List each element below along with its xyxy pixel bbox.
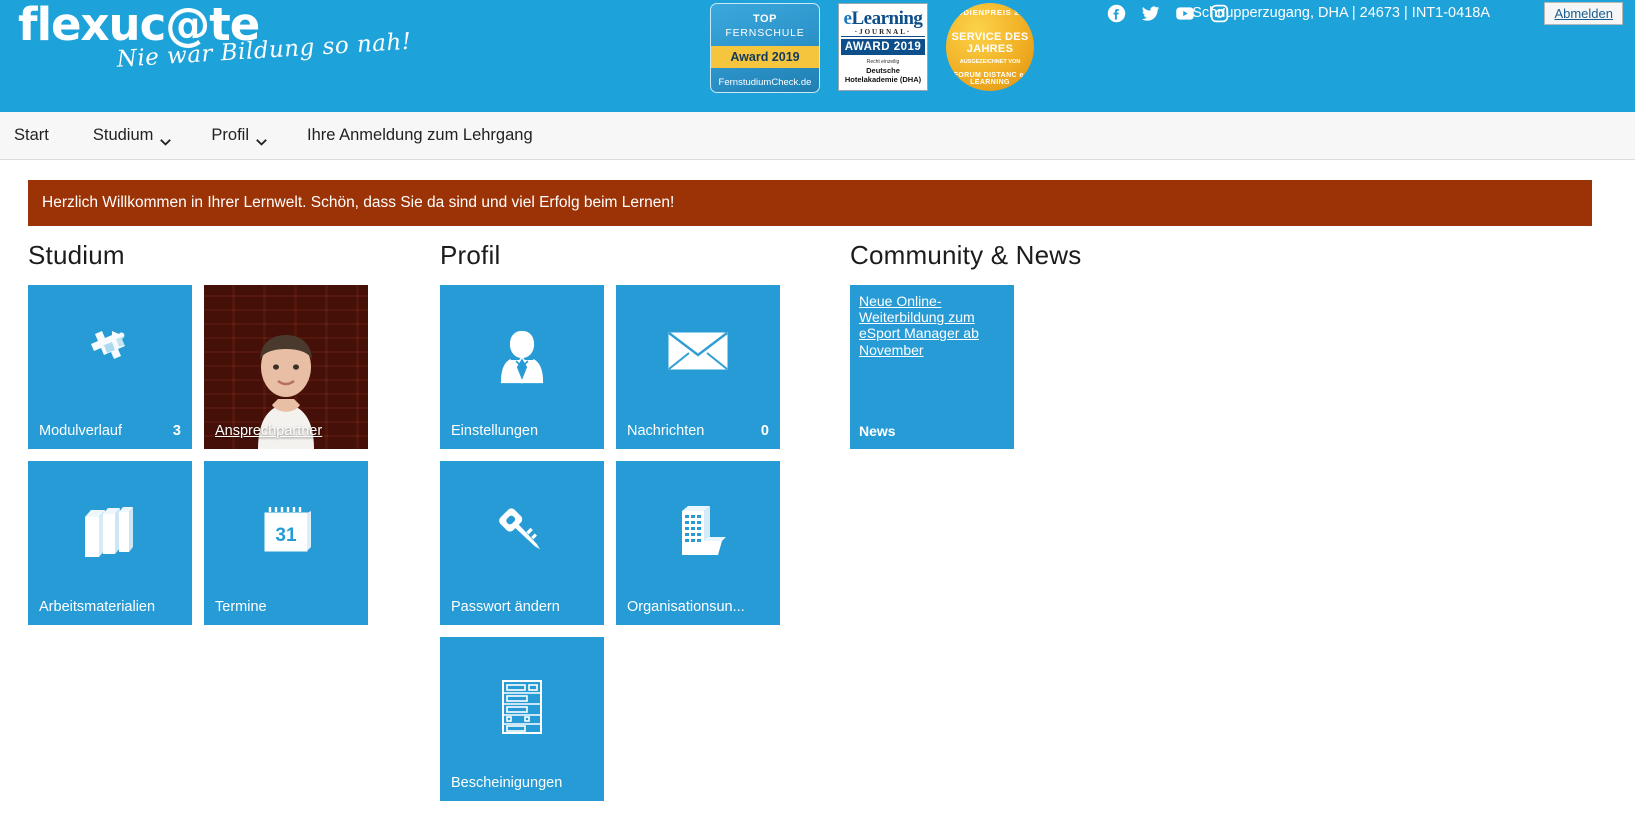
- tile-label: Einstellungen: [451, 423, 539, 439]
- books-icon: [28, 503, 192, 561]
- badge-sdj-bottom: FORUM DISTANC e-LEARNING: [953, 72, 1027, 86]
- site-header: flexuc@te Nie war Bildung so nah! TOP FE…: [0, 0, 1635, 112]
- tile-arbeitsmaterialien[interactable]: Arbeitsmaterialien: [28, 461, 192, 625]
- facebook-icon[interactable]: [1106, 3, 1127, 24]
- badge-fernstudiumcheck: TOP FERNSCHULE Award 2019 FernstudiumChe…: [710, 3, 820, 93]
- badge-elearning-journal: eLearning ·JOURNAL· AWARD 2019 Recht ein…: [838, 3, 928, 91]
- section-studium: Studium Modulverlauf 3 Ansprechpartner A…: [28, 240, 440, 625]
- nav-label-anmeldung: Ihre Anmeldung zum Lehrgang: [306, 126, 533, 144]
- tile-einstellungen[interactable]: Einstellungen: [440, 285, 604, 449]
- tile-modulverlauf[interactable]: Modulverlauf 3: [28, 285, 192, 449]
- nav-label-start: Start: [14, 126, 49, 144]
- tile-bescheinigungen[interactable]: Bescheinigungen: [440, 637, 604, 801]
- chevron-down-icon: [256, 132, 267, 146]
- badge-sdj-sub: AUSGEZEICHNET VON: [959, 58, 1021, 65]
- section-title-studium: Studium: [28, 240, 125, 270]
- tile-nachrichten[interactable]: Nachrichten 0: [616, 285, 780, 449]
- twitter-icon[interactable]: [1140, 3, 1161, 24]
- news-tile-label: News: [859, 423, 896, 439]
- nav-label-studium: Studium: [92, 126, 154, 144]
- tile-label: Organisationsun...: [627, 599, 745, 615]
- badge-el-small: Recht einzeilig: [866, 59, 900, 65]
- dashboard-content: Studium Modulverlauf 3 Ansprechpartner A…: [0, 240, 1635, 801]
- badge-fsc-line2: FERNSCHULE: [725, 27, 805, 39]
- nav-item-start[interactable]: Start: [14, 112, 73, 159]
- site-logo[interactable]: flexuc@te Nie war Bildung so nah!: [14, 2, 412, 102]
- badge-fsc-source: FernstudiumCheck.de: [718, 77, 812, 88]
- badge-el-award: AWARD 2019: [841, 39, 925, 55]
- news-tiles: Neue Online-Weiterbildung zum eSport Man…: [850, 285, 1250, 449]
- tile-label: Termine: [215, 599, 267, 615]
- nav-item-studium[interactable]: Studium: [73, 112, 192, 159]
- envelope-icon: [616, 327, 780, 373]
- nav-label-profil: Profil: [211, 126, 249, 144]
- form-icon: [440, 679, 604, 735]
- news-headline-link[interactable]: Neue Online-Weiterbildung zum eSport Man…: [859, 293, 1006, 358]
- nav-item-profil[interactable]: Profil: [191, 112, 287, 159]
- logout-button[interactable]: Abmelden: [1544, 2, 1623, 25]
- person-icon: [440, 327, 604, 385]
- tile-passwort-aendern[interactable]: Passwort ändern: [440, 461, 604, 625]
- tile-count-badge: 3: [172, 423, 181, 439]
- studium-tiles: Modulverlauf 3 Ansprechpartner Arbeitsma…: [28, 285, 440, 625]
- welcome-banner: Herzlich Willkommen in Ihrer Lernwelt. S…: [28, 180, 1592, 226]
- calendar-icon: 31: [204, 503, 368, 559]
- badge-sdj-mid: SERVICE DES JAHRES: [951, 30, 1029, 55]
- key-icon: [440, 503, 604, 561]
- main-navigation: Start Studium Profil Ihre Anmeldung zum …: [0, 112, 1635, 160]
- badge-sdj-top: STUDIENPREIS 2018: [946, 8, 1034, 17]
- badge-fsc-award: Award 2019: [711, 46, 819, 68]
- tile-label: Arbeitsmaterialien: [39, 599, 156, 615]
- tile-label: Ansprechpartner: [215, 423, 323, 439]
- tile-label: Modulverlauf: [39, 423, 123, 439]
- puzzle-icon: [28, 327, 192, 379]
- tile-organisationsunterlagen[interactable]: Organisationsun...: [616, 461, 780, 625]
- tile-label: Nachrichten: [627, 423, 705, 439]
- tile-ansprechpartner[interactable]: Ansprechpartner: [204, 285, 368, 449]
- user-account-info: Schnupperzugang, DHA | 24673 | INT1-0418…: [1192, 5, 1490, 21]
- badge-fsc-line1: TOP: [753, 13, 777, 25]
- tile-news[interactable]: Neue Online-Weiterbildung zum eSport Man…: [850, 285, 1014, 449]
- profil-tiles: Einstellungen Nachrichten 0 Passwort änd…: [440, 285, 850, 801]
- badge-el-title: eLearning ·JOURNAL·: [841, 6, 925, 37]
- section-profil: Profil Einstellungen Nachrichten 0 Passw…: [440, 240, 850, 801]
- badge-studienpreis: STUDIENPREIS 2018 SERVICE DES JAHRES AUS…: [946, 3, 1034, 91]
- chevron-down-icon: [160, 132, 172, 146]
- svg-text:31: 31: [275, 525, 297, 546]
- tile-label: Bescheinigungen: [451, 775, 563, 791]
- section-title-profil: Profil: [440, 240, 501, 270]
- tile-label: Passwort ändern: [451, 599, 560, 615]
- badge-el-org: Deutsche Hotelakademie (DHA): [844, 66, 922, 84]
- nav-item-anmeldung[interactable]: Ihre Anmeldung zum Lehrgang: [287, 112, 553, 159]
- tile-count-badge: 0: [760, 423, 769, 439]
- building-icon: [616, 503, 780, 561]
- tile-termine[interactable]: 31 Termine: [204, 461, 368, 625]
- badge-el-subtitle: ·JOURNAL·: [854, 28, 912, 36]
- award-badges: TOP FERNSCHULE Award 2019 FernstudiumChe…: [710, 3, 1034, 93]
- section-community-news: Community & News Neue Online-Weiterbildu…: [850, 240, 1250, 449]
- section-title-news: Community & News: [850, 240, 1082, 270]
